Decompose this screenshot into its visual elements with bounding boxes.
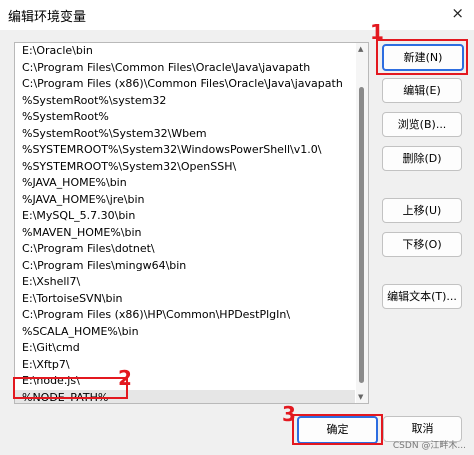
window-title: 编辑环境变量 (8, 10, 87, 25)
path-item[interactable]: C:\Program Files (x86)\HP\Common\HPDestP… (15, 307, 355, 324)
scroll-up-icon[interactable]: ▲ (358, 45, 363, 53)
path-item[interactable]: C:\Program Files\mingw64\bin (15, 258, 355, 275)
path-item[interactable]: E:\Oracle\bin (15, 43, 355, 60)
path-item[interactable]: C:\Program Files\Common Files\Oracle\Jav… (15, 60, 355, 77)
annotation-label-1: 1 (370, 20, 384, 44)
browse-button[interactable]: 浏览(B)... (382, 112, 462, 137)
path-item[interactable]: C:\Program Files (x86)\Common Files\Orac… (15, 76, 355, 93)
path-item[interactable]: %SCALA_HOME%\bin (15, 324, 355, 341)
close-icon[interactable]: × (451, 4, 464, 22)
vertical-scrollbar[interactable]: ▲ ▼ (356, 43, 368, 403)
path-item[interactable]: E:\MySQL_5.7.30\bin (15, 208, 355, 225)
annotation-box-3 (292, 414, 383, 445)
path-item[interactable]: E:\Xftp7\ (15, 357, 355, 374)
annotation-box-1 (376, 39, 468, 75)
path-item[interactable]: E:\TortoiseSVN\bin (15, 291, 355, 308)
path-item[interactable]: E:\Xshell7\ (15, 274, 355, 291)
path-item[interactable]: %SystemRoot%\System32\Wbem (15, 126, 355, 143)
move-down-button[interactable]: 下移(O) (382, 232, 462, 257)
path-item[interactable]: %SYSTEMROOT%\System32\OpenSSH\ (15, 159, 355, 176)
path-list: E:\Oracle\bin C:\Program Files\Common Fil… (15, 43, 355, 403)
path-item[interactable]: %SystemRoot% (15, 109, 355, 126)
path-item[interactable]: %JAVA_HOME%\bin (15, 175, 355, 192)
annotation-box-2 (13, 377, 128, 399)
annotation-label-3: 3 (282, 402, 296, 426)
annotation-label-2: 2 (118, 366, 132, 390)
path-item[interactable]: %SystemRoot%\system32 (15, 93, 355, 110)
path-item[interactable]: %SYSTEMROOT%\System32\WindowsPowerShell\… (15, 142, 355, 159)
move-up-button[interactable]: 上移(U) (382, 198, 462, 223)
path-item[interactable]: C:\Program Files\dotnet\ (15, 241, 355, 258)
scroll-down-icon[interactable]: ▼ (358, 393, 363, 401)
path-listbox[interactable]: E:\Oracle\bin C:\Program Files\Common Fil… (14, 42, 369, 404)
title-bar: 编辑环境变量 × (0, 0, 474, 30)
path-item[interactable]: %JAVA_HOME%\jre\bin (15, 192, 355, 209)
path-item[interactable]: %MAVEN_HOME%\bin (15, 225, 355, 242)
edit-button[interactable]: 编辑(E) (382, 78, 462, 103)
edit-text-button[interactable]: 编辑文本(T)... (382, 284, 462, 309)
scroll-thumb[interactable] (359, 87, 364, 383)
watermark: CSDN @江畔木... (392, 441, 466, 451)
path-item[interactable]: E:\Git\cmd (15, 340, 355, 357)
delete-button[interactable]: 删除(D) (382, 146, 462, 171)
